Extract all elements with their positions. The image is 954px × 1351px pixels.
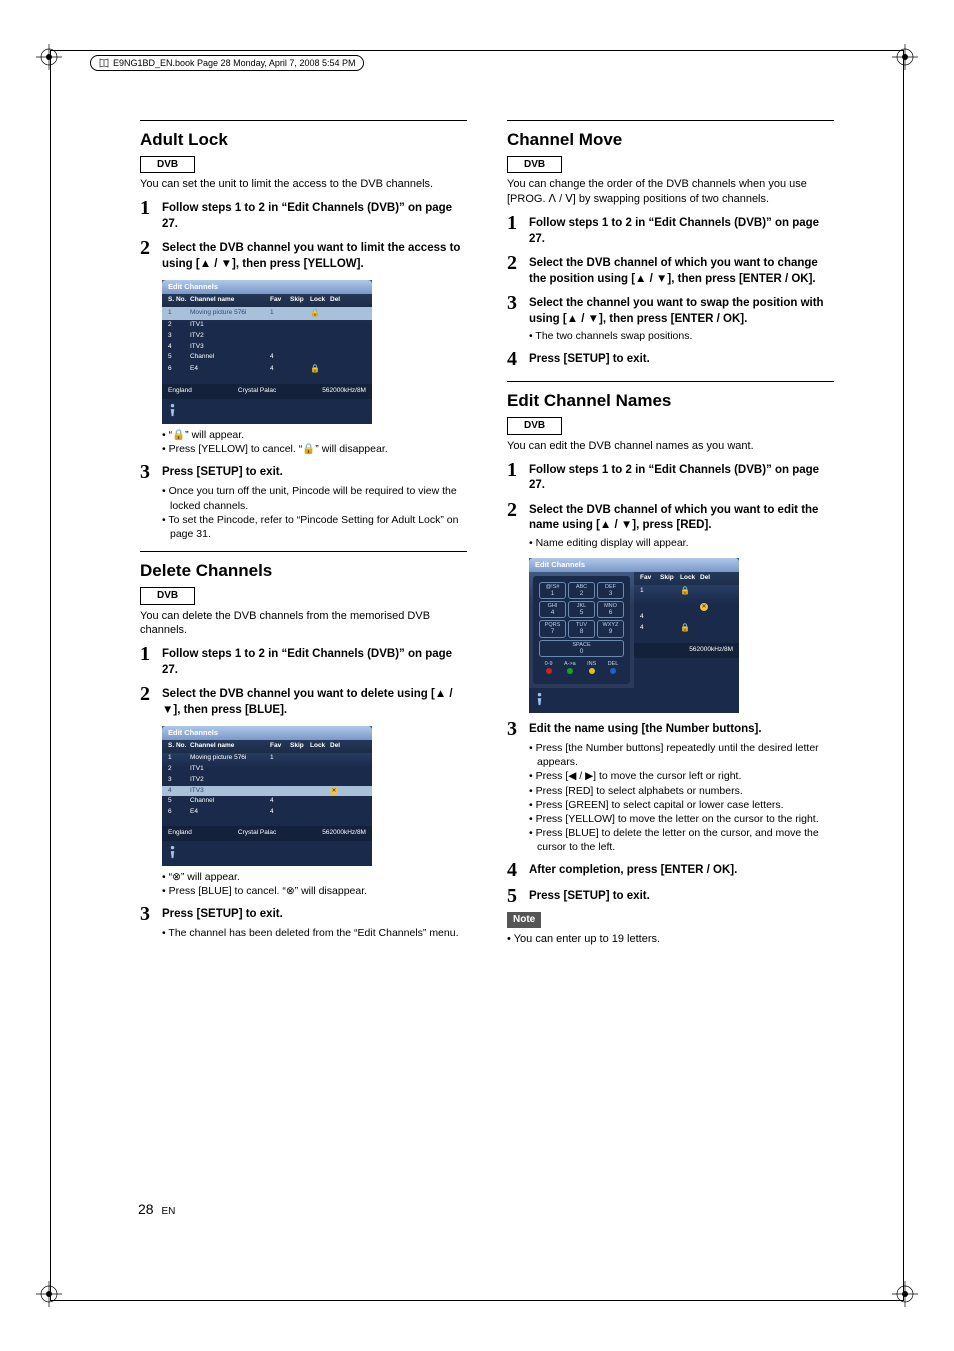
panel-footer: England Crystal Palac 562000kHz/8M	[162, 826, 372, 841]
section-title-adult-lock: Adult Lock	[140, 129, 467, 152]
edit-names-step3-bullets: • Press [the Number buttons] repeatedly …	[529, 741, 834, 854]
delete-intro: You can delete the DVB channels from the…	[140, 609, 467, 639]
lock-icon: 🔒	[680, 623, 700, 634]
keypad-key: WXYZ9	[597, 620, 624, 637]
edit-channels-panel-keypad: Edit Channels @!S#1ABC2DEF3GHI4JKL5MNO6P…	[529, 558, 739, 713]
move-step-4: 4 Press [SETUP] to exit.	[507, 349, 834, 369]
move-step3-bullets: • The two channels swap positions.	[529, 329, 834, 343]
panel-header: S. No. Channel name Fav Skip Lock Del	[162, 294, 372, 307]
edit-names-intro: You can edit the DVB channel names as yo…	[507, 439, 834, 454]
lock-icon: 🔒	[680, 586, 700, 597]
content-columns: Adult Lock DVB You can set the unit to l…	[140, 120, 834, 1251]
table-row: 2ITV1	[162, 320, 372, 331]
keypad-bottom-row: 0-9A->aINSDEL	[539, 661, 624, 678]
keypad-key: PQRS7	[539, 620, 566, 637]
delete-step-2: 2 Select the DVB channel you want to del…	[140, 684, 467, 718]
edit-names-step2-bullets: • Name editing display will appear.	[529, 536, 834, 550]
info-icon	[529, 688, 739, 713]
table-row: 2ITV1	[162, 764, 372, 775]
reg-mark-br	[892, 1281, 918, 1307]
keypad-key: TUV8	[568, 620, 595, 637]
table-row: 6E44	[162, 807, 372, 818]
table-row: 6E44🔒	[162, 363, 372, 376]
dvb-tag: DVB	[507, 156, 562, 174]
delete-step-1: 1 Follow steps 1 to 2 in “Edit Channels …	[140, 644, 467, 678]
adult-lock-step-2: 2 Select the DVB channel you want to lim…	[140, 238, 467, 272]
section-title-move: Channel Move	[507, 129, 834, 152]
keypad-key: MNO6	[597, 601, 624, 618]
table-row: 3ITV2	[162, 331, 372, 342]
adult-lock-intro: You can set the unit to limit the access…	[140, 177, 467, 192]
keypad-key: @!S#1	[539, 582, 566, 599]
edit-names-note: • You can enter up to 19 letters.	[507, 932, 834, 947]
move-step-3: 3 Select the channel you want to swap th…	[507, 293, 834, 327]
table-row: 4ITV3✕	[162, 786, 372, 797]
table-row: 4ITV3	[162, 342, 372, 353]
reg-mark-bl	[36, 1281, 62, 1307]
section-title-delete: Delete Channels	[140, 560, 467, 583]
right-column: Channel Move DVB You can change the orde…	[507, 120, 834, 1251]
note-label: Note	[507, 912, 541, 928]
table-row: 5Channel4	[162, 352, 372, 363]
panel-header: S. No. Channel name Fav Skip Lock Del	[162, 740, 372, 753]
edit-channels-panel-delete: Edit Channels S. No. Channel name Fav Sk…	[162, 726, 372, 866]
edit-names-step-4: 4 After completion, press [ENTER / OK].	[507, 860, 834, 880]
dvb-tag: DVB	[507, 417, 562, 435]
dvb-tag: DVB	[140, 587, 195, 605]
edit-channels-panel-lock: Edit Channels S. No. Channel name Fav Sk…	[162, 280, 372, 424]
panel-footer: England Crystal Palac 562000kHz/8M	[162, 384, 372, 399]
edit-names-step-3: 3 Edit the name using [the Number button…	[507, 719, 834, 739]
table-row: 3ITV2	[162, 775, 372, 786]
reg-mark-tr	[892, 44, 918, 70]
adult-lock-step3-bullets: • Once you turn off the unit, Pincode wi…	[162, 484, 467, 541]
edit-names-step-1: 1 Follow steps 1 to 2 in “Edit Channels …	[507, 460, 834, 494]
keypad-space: SPACE0	[539, 640, 624, 657]
reg-mark-tl	[36, 44, 62, 70]
edit-names-step-5: 5 Press [SETUP] to exit.	[507, 886, 834, 906]
section-title-edit-names: Edit Channel Names	[507, 390, 834, 413]
lock-icon: 🔒	[310, 364, 330, 375]
left-column: Adult Lock DVB You can set the unit to l…	[140, 120, 467, 1251]
info-icon	[162, 841, 372, 866]
delete-step3-bullets: • The channel has been deleted from the …	[162, 926, 467, 940]
adult-lock-bullets-after-panel: • “🔒” will appear. • Press [YELLOW] to c…	[162, 428, 467, 456]
keypad-key: DEF3	[597, 582, 624, 599]
delete-icon: ✕	[700, 603, 708, 611]
book-icon	[99, 58, 109, 68]
edit-names-step-2: 2 Select the DVB channel of which you wa…	[507, 500, 834, 534]
table-row: 5Channel4	[162, 796, 372, 807]
page-number: 28 EN	[138, 1201, 175, 1217]
dvb-tag: DVB	[140, 156, 195, 174]
keypad-key: GHI4	[539, 601, 566, 618]
registration-bottom	[0, 1281, 954, 1307]
name-edit-keypad: @!S#1ABC2DEF3 GHI4JKL5MNO6 PQRS7TUV8WXYZ9 S…	[533, 576, 630, 684]
delete-step-3: 3 Press [SETUP] to exit.	[140, 904, 467, 924]
move-intro: You can change the order of the DVB chan…	[507, 177, 834, 207]
keypad-key: JKL5	[568, 601, 595, 618]
lock-icon: 🔒	[310, 308, 330, 319]
delete-bullets-after-panel: • “⊗” will appear. • Press [BLUE] to can…	[162, 870, 467, 898]
keypad-key: ABC2	[568, 582, 595, 599]
move-step-1: 1 Follow steps 1 to 2 in “Edit Channels …	[507, 213, 834, 247]
table-row: 1Moving picture 576i1	[162, 753, 372, 764]
adult-lock-step-3: 3 Press [SETUP] to exit.	[140, 462, 467, 482]
delete-icon: ✕	[330, 787, 338, 795]
book-header-text: E9NG1BD_EN.book Page 28 Monday, April 7,…	[113, 58, 355, 68]
info-icon	[162, 399, 372, 424]
move-step-2: 2 Select the DVB channel of which you wa…	[507, 253, 834, 287]
table-row: 1Moving picture 576i1🔒	[162, 307, 372, 320]
book-header: E9NG1BD_EN.book Page 28 Monday, April 7,…	[90, 55, 364, 71]
adult-lock-step-1: 1 Follow steps 1 to 2 in “Edit Channels …	[140, 198, 467, 232]
